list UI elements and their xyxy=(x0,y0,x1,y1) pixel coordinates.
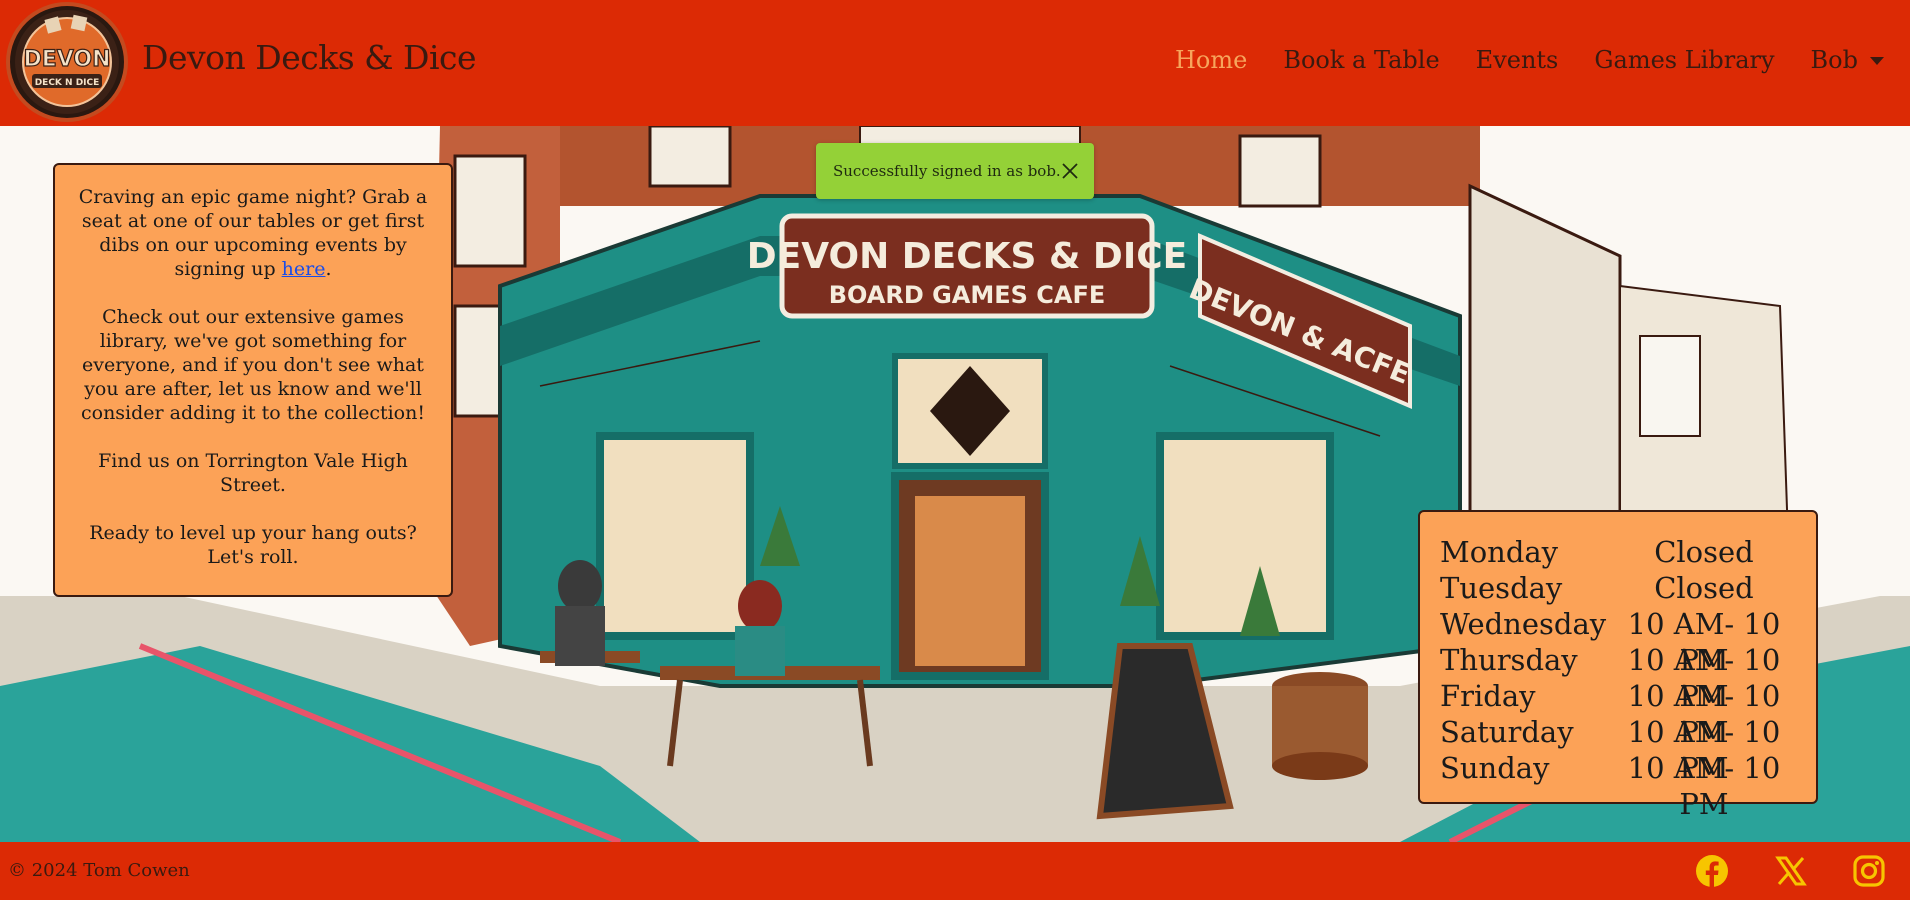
nav-book-a-table[interactable]: Book a Table xyxy=(1283,46,1439,74)
svg-text:DEVON DECKS & DICE: DEVON DECKS & DICE xyxy=(747,236,1187,277)
hours-day: Thursday xyxy=(1440,643,1578,677)
hours-row: Wednesday 10 AM- 10 PM xyxy=(1440,606,1816,677)
info-paragraph-booking: Craving an epic game night? Grab a seat … xyxy=(78,186,428,280)
hours-day: Tuesday xyxy=(1440,571,1563,605)
hours-time: 10 AM- 10 PM xyxy=(1627,643,1781,713)
user-menu-dropdown[interactable]: Bob xyxy=(1811,46,1884,74)
close-icon[interactable] xyxy=(1060,161,1080,181)
svg-text:DEVON: DEVON xyxy=(23,47,110,72)
hours-day: Sunday xyxy=(1440,751,1550,785)
copyright-text: © 2024 Tom Cowen xyxy=(8,860,190,881)
user-name: Bob xyxy=(1810,46,1858,74)
hours-time: 10 AM- 10 PM xyxy=(1627,607,1781,677)
nav-home[interactable]: Home xyxy=(1175,46,1247,74)
hours-row: Saturday 10 AM- 10 PM xyxy=(1440,714,1816,785)
facebook-icon[interactable] xyxy=(1695,854,1729,888)
nav-games-library[interactable]: Games Library xyxy=(1594,46,1774,74)
hours-row: Thursday 10 AM- 10 PM xyxy=(1440,642,1816,713)
chevron-down-icon xyxy=(1870,57,1884,65)
brand-name[interactable]: Devon Decks & Dice xyxy=(142,38,477,77)
toast-message: Successfully signed in as bob. xyxy=(833,162,1061,180)
svg-text:DECK N DICE: DECK N DICE xyxy=(35,78,100,88)
logo[interactable]: DEVON DECK N DICE xyxy=(6,2,128,122)
signup-link[interactable]: here xyxy=(282,258,326,280)
hours-time: Closed xyxy=(1654,535,1754,569)
info-paragraph-closing: Ready to level up your hang outs? Let's … xyxy=(89,522,417,568)
svg-text:BOARD GAMES CAFE: BOARD GAMES CAFE xyxy=(829,281,1106,309)
hours-day: Monday xyxy=(1440,535,1559,569)
info-card: Craving an epic game night? Grab a seat … xyxy=(53,163,453,597)
hours-time: Closed xyxy=(1654,571,1754,605)
hours-time: 10 AM- 10 PM xyxy=(1627,679,1781,749)
x-twitter-icon[interactable] xyxy=(1774,854,1808,888)
hours-row: Sunday 10 AM- 10 PM xyxy=(1440,750,1816,821)
hours-day: Friday xyxy=(1440,679,1536,713)
hours-time: 10 AM- 10 PM xyxy=(1627,751,1781,821)
signin-toast: Successfully signed in as bob. xyxy=(816,143,1094,199)
hours-day: Saturday xyxy=(1440,715,1574,749)
instagram-icon[interactable] xyxy=(1852,854,1886,888)
hours-row: Tuesday Closed xyxy=(1440,570,1816,606)
opening-hours-card: Monday Closed Tuesday Closed Wednesday 10 A… xyxy=(1418,510,1818,821)
hours-day: Wednesday xyxy=(1440,607,1607,641)
info-paragraph-library: Check out our extensive games library, w… xyxy=(80,306,425,424)
nav-events[interactable]: Events xyxy=(1476,46,1559,74)
hours-row: Friday 10 AM- 10 PM xyxy=(1440,678,1816,749)
main-nav: Home Book a Table Events Games Library B… xyxy=(1175,0,1910,120)
footer: © 2024 Tom Cowen xyxy=(0,842,1910,900)
hours-row: Monday Closed xyxy=(1440,534,1816,570)
hours-time: 10 AM- 10 PM xyxy=(1627,715,1781,785)
navbar: DEVON DECK N DICE Devon Decks & Dice Hom… xyxy=(0,0,1910,126)
info-paragraph-location: Find us on Torrington Vale High Street. xyxy=(98,450,408,496)
